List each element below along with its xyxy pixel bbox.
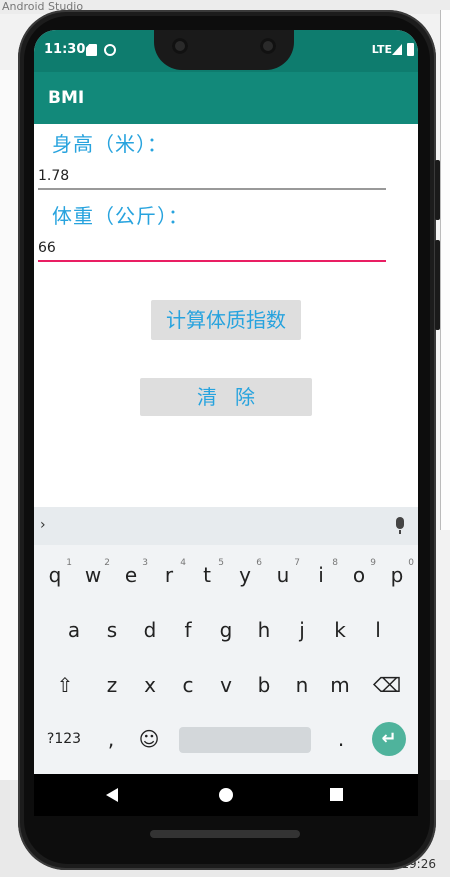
sync-icon <box>104 44 116 56</box>
key-q[interactable]: 1q <box>36 553 74 597</box>
key-m[interactable]: m <box>321 663 359 707</box>
calculate-bmi-button[interactable]: 计算体质指数 <box>151 300 301 340</box>
weight-label: 体重（公斤）： <box>52 204 189 228</box>
backspace-key-icon[interactable]: ⌫ <box>368 663 406 707</box>
battery-icon <box>407 43 414 56</box>
key-d[interactable]: d <box>131 608 169 652</box>
power-button[interactable] <box>435 160 440 220</box>
key-j[interactable]: j <box>283 608 321 652</box>
keyboard-toolbar: › <box>34 507 418 545</box>
key-v[interactable]: v <box>207 663 245 707</box>
volume-button[interactable] <box>435 240 440 330</box>
home-icon[interactable] <box>219 788 233 802</box>
back-icon[interactable] <box>106 788 118 802</box>
front-camera-icon <box>172 38 188 54</box>
key-o[interactable]: 9o <box>340 553 378 597</box>
key-x[interactable]: x <box>131 663 169 707</box>
key-f[interactable]: f <box>169 608 207 652</box>
chevron-right-icon[interactable]: › <box>40 518 52 532</box>
soft-keyboard: › 1q 2w 3e 4r 5t 6y 7u 8i 9o 0p a s d f … <box>34 507 418 774</box>
key-h[interactable]: h <box>245 608 283 652</box>
clear-button[interactable]: 清除 <box>140 378 312 416</box>
key-s[interactable]: s <box>93 608 131 652</box>
app-title: BMI <box>48 88 85 108</box>
status-time: 11:30 <box>44 42 86 57</box>
comma-key[interactable]: , <box>92 717 130 761</box>
key-l[interactable]: l <box>359 608 397 652</box>
phone-screen: 11:30 LTE BMI 身高（米）： 1.78 体重（公斤）： 66 计算体… <box>34 30 418 774</box>
symbols-key[interactable]: ?123 <box>42 717 86 761</box>
space-key[interactable] <box>179 727 311 753</box>
weight-input[interactable]: 66 <box>38 236 386 262</box>
key-z[interactable]: z <box>93 663 131 707</box>
front-camera-icon <box>260 38 276 54</box>
key-r[interactable]: 4r <box>150 553 188 597</box>
key-g[interactable]: g <box>207 608 245 652</box>
key-t[interactable]: 5t <box>188 553 226 597</box>
signal-icon <box>392 44 402 55</box>
key-w[interactable]: 2w <box>74 553 112 597</box>
key-b[interactable]: b <box>245 663 283 707</box>
weight-underline <box>38 260 386 262</box>
ide-right-panel <box>440 10 450 530</box>
height-input[interactable]: 1.78 <box>38 164 386 190</box>
recent-apps-icon[interactable] <box>330 788 343 801</box>
key-n[interactable]: n <box>283 663 321 707</box>
weight-value: 66 <box>38 240 56 256</box>
navigation-bar <box>34 774 418 816</box>
key-u[interactable]: 7u <box>264 553 302 597</box>
period-key[interactable]: . <box>322 717 360 761</box>
app-bar: BMI <box>34 72 418 124</box>
key-y[interactable]: 6y <box>226 553 264 597</box>
phone-speaker-grille <box>150 830 300 838</box>
microphone-icon[interactable] <box>396 517 404 534</box>
key-p[interactable]: 0p <box>378 553 416 597</box>
key-i[interactable]: 8i <box>302 553 340 597</box>
key-k[interactable]: k <box>321 608 359 652</box>
shift-key-icon[interactable]: ⇧ <box>46 663 84 707</box>
height-underline <box>38 188 386 190</box>
key-e[interactable]: 3e <box>112 553 150 597</box>
network-type: LTE <box>371 43 392 56</box>
key-a[interactable]: a <box>55 608 93 652</box>
camera-notch <box>154 30 294 70</box>
height-label: 身高（米）： <box>52 132 168 156</box>
emoji-key-icon[interactable]: ☺ <box>130 717 168 761</box>
height-value: 1.78 <box>38 168 70 184</box>
key-c[interactable]: c <box>169 663 207 707</box>
enter-key-icon[interactable]: ↵ <box>372 722 406 756</box>
sd-card-icon <box>86 44 97 56</box>
status-bar: 11:30 LTE <box>34 30 418 72</box>
